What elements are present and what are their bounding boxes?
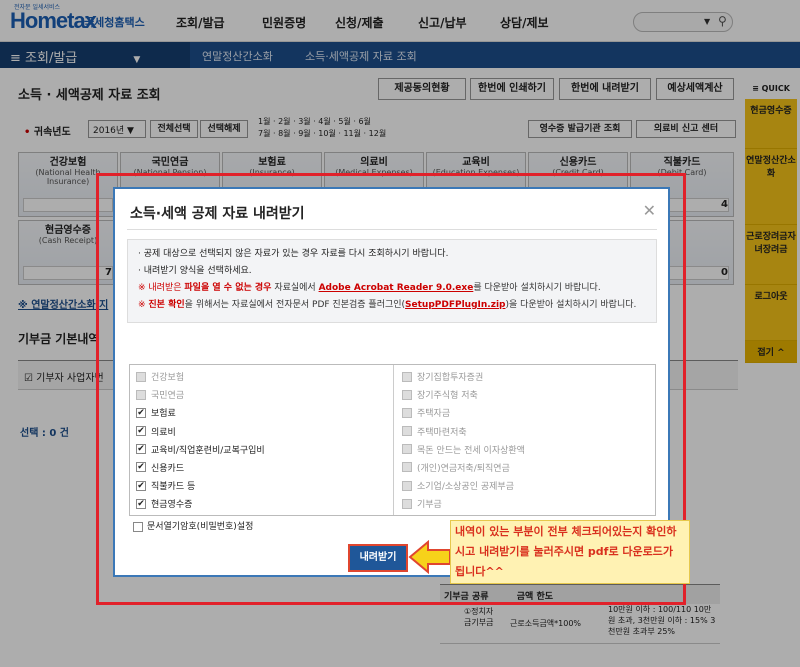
pointer-arrow-icon (408, 540, 451, 574)
instruction-callout: 내역이 있는 부분이 전부 체크되어있는지 확인하시고 내려받기를 눌러주시면 … (450, 520, 690, 584)
